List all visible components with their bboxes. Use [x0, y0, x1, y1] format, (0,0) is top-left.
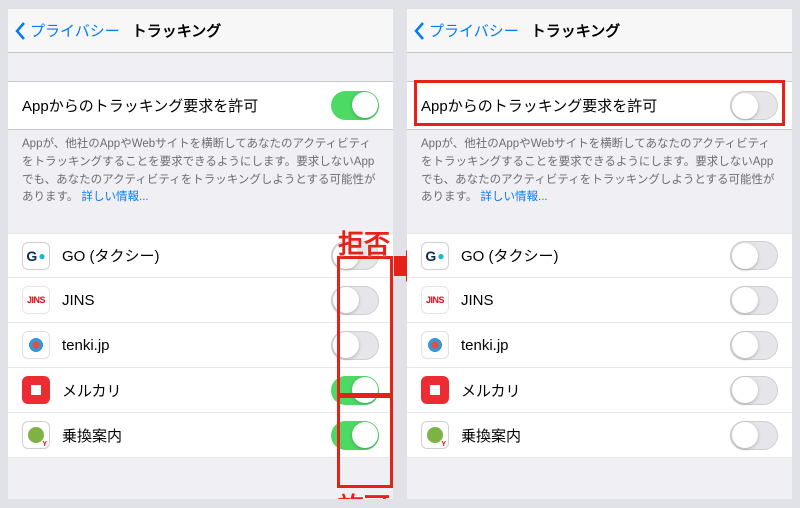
app-label: tenki.jp [461, 337, 730, 354]
app-row-jins[interactable]: JINS JINS [407, 278, 792, 323]
app-switch-go[interactable] [331, 241, 379, 270]
app-switch-go[interactable] [730, 241, 778, 270]
app-switch-tenki[interactable] [331, 331, 379, 360]
allow-tracking-switch[interactable] [730, 91, 778, 120]
annotation-allow: 許可 [338, 487, 390, 499]
app-label: 乗換案内 [62, 425, 331, 446]
master-section: Appからのトラッキング要求を許可 Appが、他社のAppやWebサイトを横断し… [407, 81, 792, 207]
footer-text: Appが、他社のAppやWebサイトを横断してあなたのアクティビティをトラッキン… [421, 138, 775, 203]
jins-icon: JINS [22, 286, 50, 314]
page-title: トラッキング [531, 20, 621, 41]
master-section: Appからのトラッキング要求を許可 Appが、他社のAppやWebサイトを横断し… [8, 81, 393, 207]
go-icon [22, 242, 50, 270]
nav-bar: プライバシー トラッキング [8, 9, 393, 53]
jins-icon: JINS [421, 286, 449, 314]
app-row-tenki[interactable]: tenki.jp [8, 323, 393, 368]
section-footer: Appが、他社のAppやWebサイトを横断してあなたのアクティビティをトラッキン… [407, 130, 792, 207]
go-icon [421, 242, 449, 270]
app-switch-jins[interactable] [730, 286, 778, 315]
left-screen: プライバシー トラッキング Appからのトラッキング要求を許可 Appが、他社の… [8, 9, 393, 499]
app-switch-norikae[interactable] [331, 421, 379, 450]
app-switch-norikae[interactable] [730, 421, 778, 450]
app-list: GO (タクシー) JINS JINS tenki.jp メルカリ乗換案内 [407, 233, 792, 458]
app-switch-mercari[interactable] [331, 376, 379, 405]
section-footer: Appが、他社のAppやWebサイトを横断してあなたのアクティビティをトラッキン… [8, 130, 393, 207]
allow-tracking-cell[interactable]: Appからのトラッキング要求を許可 [8, 81, 393, 130]
more-info-link[interactable]: 詳しい情報... [481, 191, 548, 203]
norikae-icon [421, 421, 449, 449]
mercari-icon [22, 376, 50, 404]
app-label: tenki.jp [62, 337, 331, 354]
back-button[interactable]: プライバシー [413, 20, 519, 41]
footer-text: Appが、他社のAppやWebサイトを横断してあなたのアクティビティをトラッキン… [22, 138, 376, 203]
app-row-norikae[interactable]: 乗換案内 [8, 413, 393, 458]
app-label: GO (タクシー) [62, 245, 331, 266]
mercari-icon [421, 376, 449, 404]
app-label: GO (タクシー) [461, 245, 730, 266]
back-label: プライバシー [30, 20, 120, 41]
more-info-link[interactable]: 詳しい情報... [82, 191, 149, 203]
app-switch-jins[interactable] [331, 286, 379, 315]
app-row-jins[interactable]: JINS JINS [8, 278, 393, 323]
app-label: JINS [62, 292, 331, 309]
app-row-mercari[interactable]: メルカリ [8, 368, 393, 413]
chevron-left-icon [14, 21, 26, 41]
allow-tracking-label: Appからのトラッキング要求を許可 [22, 95, 331, 116]
app-row-tenki[interactable]: tenki.jp [407, 323, 792, 368]
app-row-go[interactable]: GO (タクシー) [8, 233, 393, 278]
app-row-norikae[interactable]: 乗換案内 [407, 413, 792, 458]
allow-tracking-switch[interactable] [331, 91, 379, 120]
norikae-icon [22, 421, 50, 449]
chevron-left-icon [413, 21, 425, 41]
app-label: メルカリ [461, 380, 730, 401]
app-label: 乗換案内 [461, 425, 730, 446]
back-label: プライバシー [429, 20, 519, 41]
nav-bar: プライバシー トラッキング [407, 9, 792, 53]
app-switch-tenki[interactable] [730, 331, 778, 360]
tenki-icon [22, 331, 50, 359]
tenki-icon [421, 331, 449, 359]
app-row-mercari[interactable]: メルカリ [407, 368, 792, 413]
allow-tracking-cell[interactable]: Appからのトラッキング要求を許可 [407, 81, 792, 130]
app-label: JINS [461, 292, 730, 309]
app-label: メルカリ [62, 380, 331, 401]
right-screen: プライバシー トラッキング Appからのトラッキング要求を許可 Appが、他社の… [407, 9, 792, 499]
app-switch-mercari[interactable] [730, 376, 778, 405]
app-list: GO (タクシー) JINS JINS tenki.jp メルカリ乗換案内 [8, 233, 393, 458]
page-title: トラッキング [132, 20, 222, 41]
app-row-go[interactable]: GO (タクシー) [407, 233, 792, 278]
back-button[interactable]: プライバシー [14, 20, 120, 41]
allow-tracking-label: Appからのトラッキング要求を許可 [421, 95, 730, 116]
